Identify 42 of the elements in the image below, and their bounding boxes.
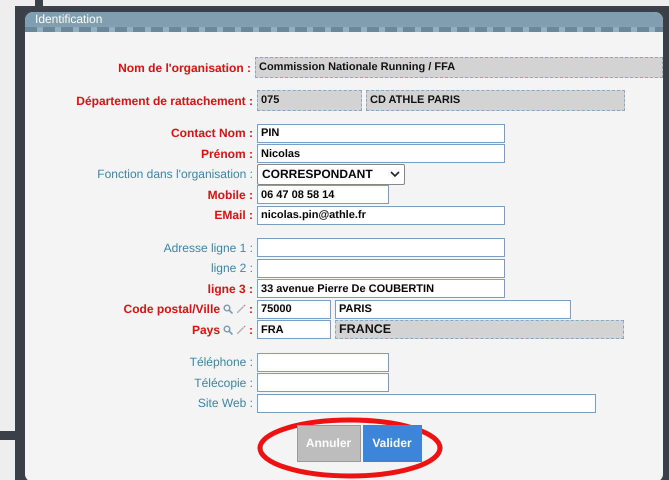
chevron-down-icon	[390, 170, 400, 178]
input-field[interactable]: FRA	[257, 320, 331, 340]
input-field[interactable]: PIN	[257, 124, 505, 143]
search-icon[interactable]	[223, 304, 233, 314]
validate-button[interactable]: Valider	[362, 424, 422, 462]
field-label: Site Web :	[198, 395, 253, 412]
field-label: Prénom :	[200, 146, 253, 163]
input-field[interactable]	[257, 258, 505, 278]
field-label: Nom de l'organisation :	[118, 60, 251, 76]
input-field[interactable]: FRANCE	[335, 320, 624, 340]
field-label: Fonction dans l'organisation :	[97, 166, 253, 184]
input-field[interactable]: CD ATHLE PARIS	[366, 90, 625, 111]
input-field[interactable]: nicolas.pin@athle.fr	[257, 206, 505, 225]
field-label: Télécopie :	[194, 374, 253, 392]
field-label: ligne 2 :	[210, 260, 253, 278]
input-field[interactable]: 075	[257, 90, 362, 111]
input-field[interactable]	[257, 373, 389, 392]
field-label: Mobile :	[208, 186, 253, 204]
input-field[interactable]	[257, 394, 596, 413]
pencil-icon[interactable]	[236, 304, 246, 314]
pencil-icon[interactable]	[236, 324, 246, 335]
field-label: Code postal/Ville	[124, 301, 220, 318]
input-field[interactable]: Commission Nationale Running / FFA	[255, 57, 663, 78]
input-field[interactable]: Nicolas	[257, 144, 505, 164]
input-field[interactable]: PARIS	[335, 300, 571, 319]
input-field[interactable]: 33 avenue Pierre De COUBERTIN	[257, 279, 505, 298]
function-select[interactable]: CORRESPONDANT	[257, 164, 405, 185]
field-label: Téléphone :	[190, 354, 253, 372]
field-label: ligne 3 :	[208, 280, 253, 298]
field-label: Adresse ligne 1 :	[164, 240, 253, 257]
panel-title: Identification	[34, 12, 104, 27]
input-field[interactable]	[257, 238, 505, 258]
field-label: :	[249, 322, 253, 339]
field-label: Département de rattachement :	[76, 92, 253, 110]
search-icon[interactable]	[223, 324, 233, 335]
field-label: Pays	[192, 322, 220, 339]
field-label: :	[249, 301, 253, 318]
input-field[interactable]	[257, 352, 389, 372]
input-field[interactable]: 06 47 08 58 14	[257, 185, 389, 204]
field-label: EMail :	[214, 207, 253, 224]
field-label: Contact Nom :	[171, 125, 253, 142]
input-field[interactable]: 75000	[257, 300, 331, 319]
